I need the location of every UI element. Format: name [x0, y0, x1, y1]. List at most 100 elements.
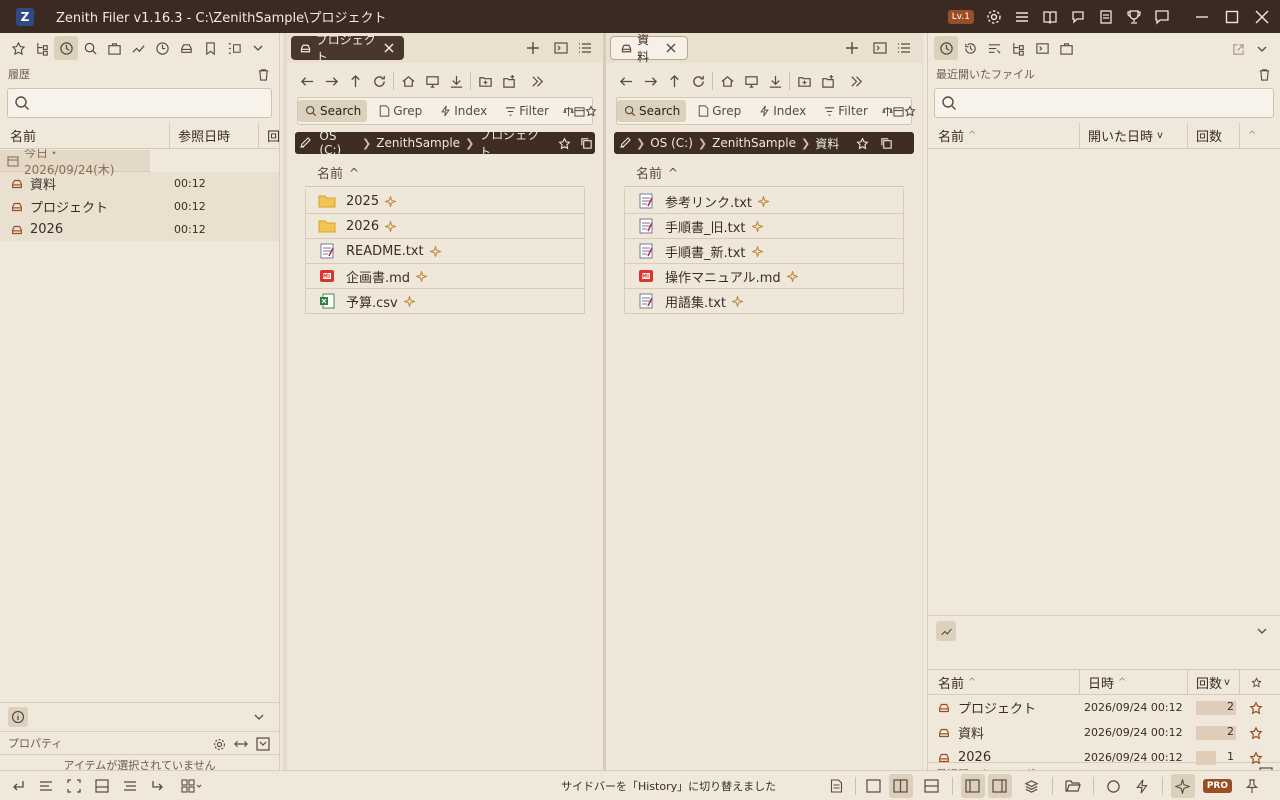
- folder-row[interactable]: 2025: [305, 189, 585, 214]
- recent-clock-icon[interactable]: [934, 36, 958, 60]
- terminal-icon[interactable]: [870, 38, 890, 58]
- table-row[interactable]: プロジェクト 2026/09/24 00:12 2: [928, 695, 1280, 720]
- home-icon[interactable]: [396, 69, 420, 93]
- ai-sparkle-icon[interactable]: [385, 220, 397, 232]
- column-ref-time[interactable]: 参照日時: [170, 123, 260, 148]
- collapse-panel-icon[interactable]: [253, 734, 273, 754]
- settings-gear-icon[interactable]: [984, 7, 1004, 27]
- index-button[interactable]: Index: [751, 100, 812, 122]
- sparkle-icon[interactable]: [1170, 774, 1195, 798]
- terminal-icon[interactable]: [1030, 36, 1054, 60]
- edit-path-icon[interactable]: [614, 133, 636, 153]
- breadcrumb-drive[interactable]: OS (C:): [314, 129, 362, 157]
- index-button[interactable]: Index: [432, 100, 493, 122]
- column-count[interactable]: 回数 v: [1188, 670, 1240, 694]
- trend-icon[interactable]: [936, 621, 956, 641]
- book-icon[interactable]: [1040, 7, 1060, 27]
- star-icon[interactable]: [904, 101, 916, 121]
- calendar-icon[interactable]: [893, 101, 904, 121]
- trophy-icon[interactable]: [1124, 7, 1144, 27]
- recent-files-search-input[interactable]: [934, 88, 1274, 118]
- chevron-down-icon[interactable]: [249, 707, 269, 727]
- file-row[interactable]: README.txt: [305, 239, 585, 264]
- clock-icon[interactable]: [150, 36, 174, 60]
- redirect-icon[interactable]: [146, 774, 170, 798]
- scale-icon[interactable]: [882, 101, 893, 121]
- new-folder-icon[interactable]: [792, 69, 816, 93]
- list-view-icon[interactable]: [575, 38, 595, 58]
- column-name[interactable]: 名前: [0, 123, 171, 148]
- column-name[interactable]: 名前 ^: [928, 123, 1080, 148]
- breadcrumb-current[interactable]: 資料: [810, 135, 844, 152]
- list-item[interactable]: 2026 00:12: [0, 218, 279, 241]
- file-row[interactable]: 企画書.md: [305, 264, 585, 289]
- grep-button[interactable]: Grep: [371, 100, 428, 122]
- column-count[interactable]: 回数: [1188, 123, 1240, 148]
- tree-icon[interactable]: [30, 36, 54, 60]
- search-icon[interactable]: [78, 36, 102, 60]
- forward-arrow-icon[interactable]: [638, 69, 662, 93]
- close-icon[interactable]: [382, 38, 396, 58]
- up-arrow-icon[interactable]: [662, 69, 686, 93]
- level-badge[interactable]: Lv.1: [947, 9, 974, 24]
- list-icon[interactable]: [118, 774, 142, 798]
- history-search-input[interactable]: [7, 88, 272, 118]
- copy-path-icon[interactable]: [577, 133, 595, 153]
- ai-sparkle-icon[interactable]: [751, 245, 763, 257]
- filter-button[interactable]: Filter: [497, 100, 555, 122]
- tree-icon[interactable]: [1006, 36, 1030, 60]
- ai-sparkle-icon[interactable]: [751, 220, 763, 232]
- search-mode-button[interactable]: Search: [617, 100, 687, 122]
- tab-documents[interactable]: 資料: [610, 33, 688, 64]
- star-icon[interactable]: [1246, 723, 1266, 743]
- desktop-icon[interactable]: [420, 69, 444, 93]
- calendar-icon[interactable]: [574, 101, 585, 121]
- tab-project[interactable]: プロジェクト: [291, 33, 404, 64]
- grep-button[interactable]: Grep: [690, 100, 747, 122]
- ai-sparkle-icon[interactable]: [385, 195, 397, 207]
- star-icon[interactable]: [852, 133, 872, 153]
- column-name[interactable]: 名前 ^: [928, 670, 1080, 694]
- list-item[interactable]: プロジェクト 00:12: [0, 195, 279, 218]
- table-row[interactable]: 2026 2026/09/24 00:12 1: [928, 745, 1280, 770]
- folder-row[interactable]: 2026: [305, 214, 585, 239]
- minimize-icon[interactable]: [1192, 7, 1212, 27]
- breadcrumb-folder[interactable]: ZenithSample: [371, 136, 465, 150]
- dual-pane-icon[interactable]: [888, 774, 913, 798]
- horizontal-split-icon[interactable]: [920, 774, 944, 798]
- menu-icon[interactable]: [1012, 7, 1032, 27]
- new-file-icon[interactable]: [816, 69, 840, 93]
- add-tab-icon[interactable]: [842, 38, 862, 58]
- add-tab-icon[interactable]: [523, 38, 543, 58]
- desktop-icon[interactable]: [739, 69, 763, 93]
- more-chevrons-icon[interactable]: [525, 69, 549, 93]
- return-icon[interactable]: [6, 774, 30, 798]
- column-opened-time[interactable]: 開いた日時 v: [1080, 123, 1188, 148]
- favorites-icon[interactable]: [6, 36, 30, 60]
- more-tools-icon[interactable]: [222, 36, 246, 60]
- column-favorite[interactable]: [1240, 670, 1270, 694]
- file-row[interactable]: 予算.csv: [305, 289, 585, 314]
- more-chevrons-icon[interactable]: [844, 69, 868, 93]
- close-icon[interactable]: [664, 38, 679, 58]
- trash-icon[interactable]: [1254, 64, 1274, 84]
- document-icon[interactable]: [825, 774, 849, 798]
- breadcrumb-current[interactable]: プロジェクト: [474, 126, 547, 160]
- file-row[interactable]: 手順書_旧.txt: [624, 214, 904, 239]
- file-row[interactable]: 手順書_新.txt: [624, 239, 904, 264]
- drive-icon[interactable]: [174, 36, 198, 60]
- new-folder-icon[interactable]: [473, 69, 497, 93]
- new-file-icon[interactable]: [497, 69, 521, 93]
- ai-sparkle-icon[interactable]: [786, 270, 798, 282]
- ai-sparkle-icon[interactable]: [429, 245, 441, 257]
- expand-horizontal-icon[interactable]: [231, 734, 251, 754]
- file-row[interactable]: 用語集.txt: [624, 289, 904, 314]
- back-arrow-icon[interactable]: [614, 69, 638, 93]
- folder-open-icon[interactable]: [1061, 774, 1085, 798]
- pro-badge[interactable]: PRO: [1202, 779, 1232, 793]
- list-view-icon[interactable]: [894, 38, 914, 58]
- star-icon[interactable]: [1246, 698, 1266, 718]
- filter-button[interactable]: Filter: [816, 100, 874, 122]
- panel-bottom-icon[interactable]: [90, 774, 114, 798]
- chat-icon[interactable]: [1068, 7, 1088, 27]
